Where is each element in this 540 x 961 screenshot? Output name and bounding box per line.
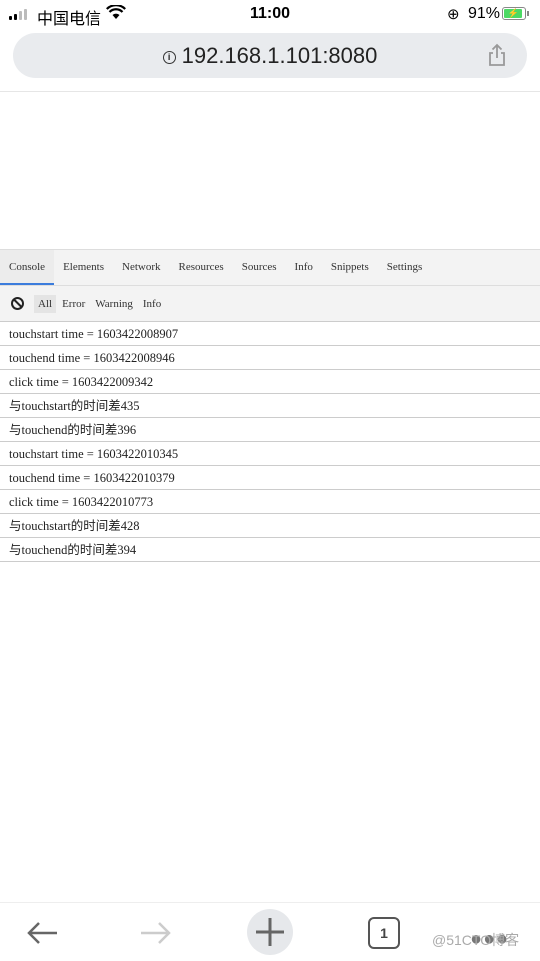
filter-error[interactable]: Error [58, 295, 89, 313]
log-entry: click time = 1603422010773 [0, 490, 540, 514]
console-filters: All Error Warning Info [0, 286, 540, 322]
share-icon[interactable] [487, 43, 507, 67]
plus-icon [256, 918, 284, 946]
filter-info[interactable]: Info [139, 295, 165, 313]
status-bar: 中国电信 11:00 ⊕ 91% ⚡ [0, 0, 540, 28]
arrow-right-icon [141, 922, 171, 944]
tab-settings[interactable]: Settings [378, 250, 431, 285]
tab-info[interactable]: Info [286, 250, 322, 285]
tab-elements[interactable]: Elements [54, 250, 113, 285]
tab-console[interactable]: Console [0, 250, 55, 285]
battery-percent: 91% [468, 5, 501, 22]
arrow-left-icon [27, 922, 57, 944]
console-log: touchstart time = 1603422008907 touchend … [0, 322, 540, 562]
log-entry: 与touchstart的时间差428 [0, 514, 540, 538]
log-entry: touchstart time = 1603422010345 [0, 442, 540, 466]
log-entry: 与touchend的时间差394 [0, 538, 540, 562]
battery-icon: ⚡ [502, 7, 529, 20]
tab-snippets[interactable]: Snippets [322, 250, 378, 285]
watermark: @51CTO博客 [432, 932, 520, 948]
tab-resources[interactable]: Resources [170, 250, 233, 285]
log-entry: 与touchend的时间差396 [0, 418, 540, 442]
tab-network[interactable]: Network [113, 250, 170, 285]
address-bar[interactable]: i 192.168.1.101:8080 [13, 33, 527, 78]
tabs-button[interactable]: 1 [368, 917, 400, 949]
devtools-tabs: Console Elements Network Resources Sources In… [0, 249, 540, 286]
filter-all[interactable]: All [34, 294, 57, 313]
filter-warning[interactable]: Warning [91, 295, 137, 313]
forward-button[interactable] [136, 911, 176, 955]
divider [0, 91, 540, 92]
log-entry: 与touchstart的时间差435 [0, 394, 540, 418]
clear-console-icon[interactable] [11, 297, 24, 310]
new-tab-button[interactable] [247, 909, 293, 955]
log-entry: touchstart time = 1603422008907 [0, 322, 540, 346]
log-entry: touchend time = 1603422008946 [0, 346, 540, 370]
back-button[interactable] [22, 911, 62, 955]
tab-sources[interactable]: Sources [233, 250, 286, 285]
info-icon[interactable]: i [162, 51, 176, 64]
log-entry: click time = 1603422009342 [0, 370, 540, 394]
url-text[interactable]: 192.168.1.101:8080 [182, 43, 378, 68]
rotation-lock-icon: ⊕ [447, 6, 460, 23]
log-entry: touchend time = 1603422010379 [0, 466, 540, 490]
